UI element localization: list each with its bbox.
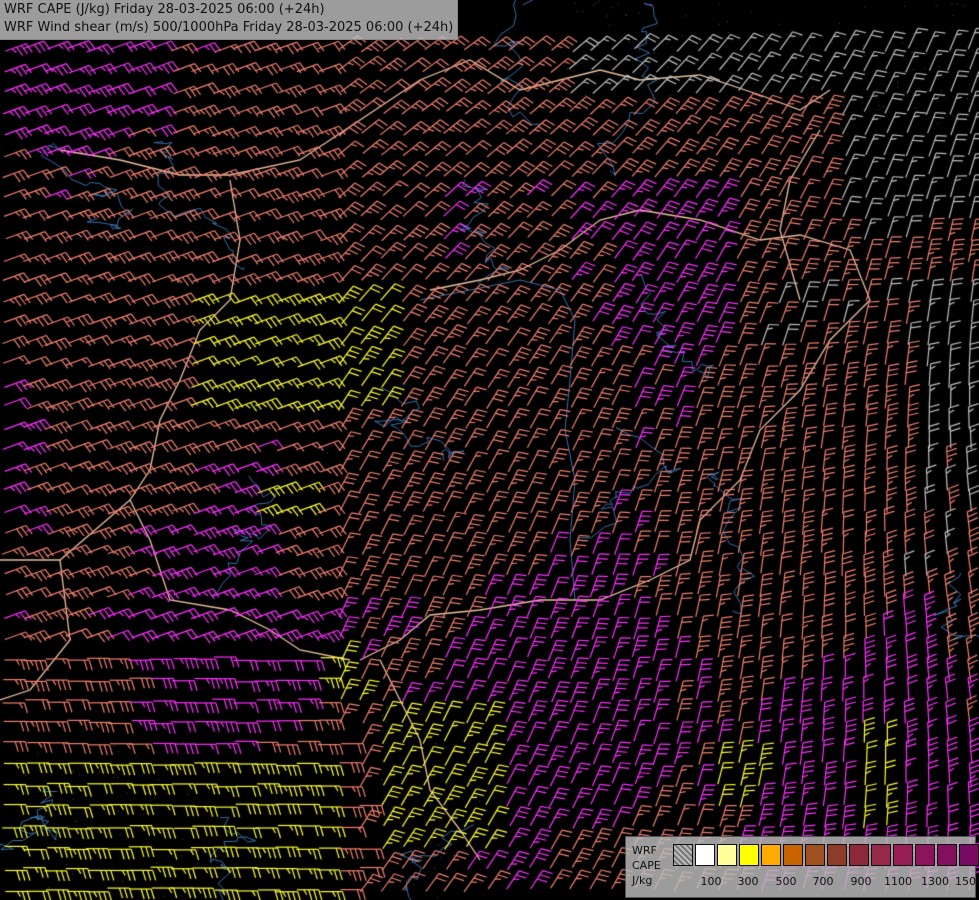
legend-color-scale	[673, 844, 979, 866]
legend-tick: 900	[850, 875, 872, 888]
legend-tick: 300	[737, 875, 759, 888]
legend-tick: 500	[775, 875, 797, 888]
legend-label-field: CAPE	[632, 859, 661, 872]
cape-legend: WRF CAPE J/kg 100 300 500 700 900 1100 1…	[625, 836, 979, 898]
wind-shear-barb-map	[0, 0, 979, 900]
legend-label-unit: J/kg	[632, 874, 653, 887]
legend-swatch	[849, 844, 869, 866]
legend-swatch	[937, 844, 957, 866]
map-title-box: WRF CAPE (J/kg) Friday 28-03-2025 06:00 …	[0, 0, 459, 40]
legend-tick: 1100	[884, 875, 912, 888]
legend-swatch	[959, 844, 979, 866]
legend-labels: WRF CAPE J/kg	[632, 843, 661, 888]
legend-swatch	[893, 844, 913, 866]
legend-swatch	[739, 844, 759, 866]
legend-swatch	[915, 844, 935, 866]
legend-tick-labels: 100 300 500 700 900 1100 1300 1500	[673, 875, 979, 889]
legend-swatch	[717, 844, 737, 866]
legend-tick: 1300	[921, 875, 949, 888]
legend-swatch	[783, 844, 803, 866]
legend-swatch	[827, 844, 847, 866]
legend-label-model: WRF	[632, 844, 657, 857]
legend-swatch	[673, 844, 693, 866]
legend-swatch	[761, 844, 781, 866]
legend-tick: 1500	[955, 875, 979, 888]
legend-swatch	[871, 844, 891, 866]
wind-shear-title: WRF Wind shear (m/s) 500/1000hPa Friday …	[4, 20, 454, 35]
legend-swatch	[805, 844, 825, 866]
legend-tick: 700	[812, 875, 834, 888]
legend-swatch	[695, 844, 715, 866]
legend-tick: 100	[700, 875, 722, 888]
cape-title: WRF CAPE (J/kg) Friday 28-03-2025 06:00 …	[4, 2, 325, 17]
